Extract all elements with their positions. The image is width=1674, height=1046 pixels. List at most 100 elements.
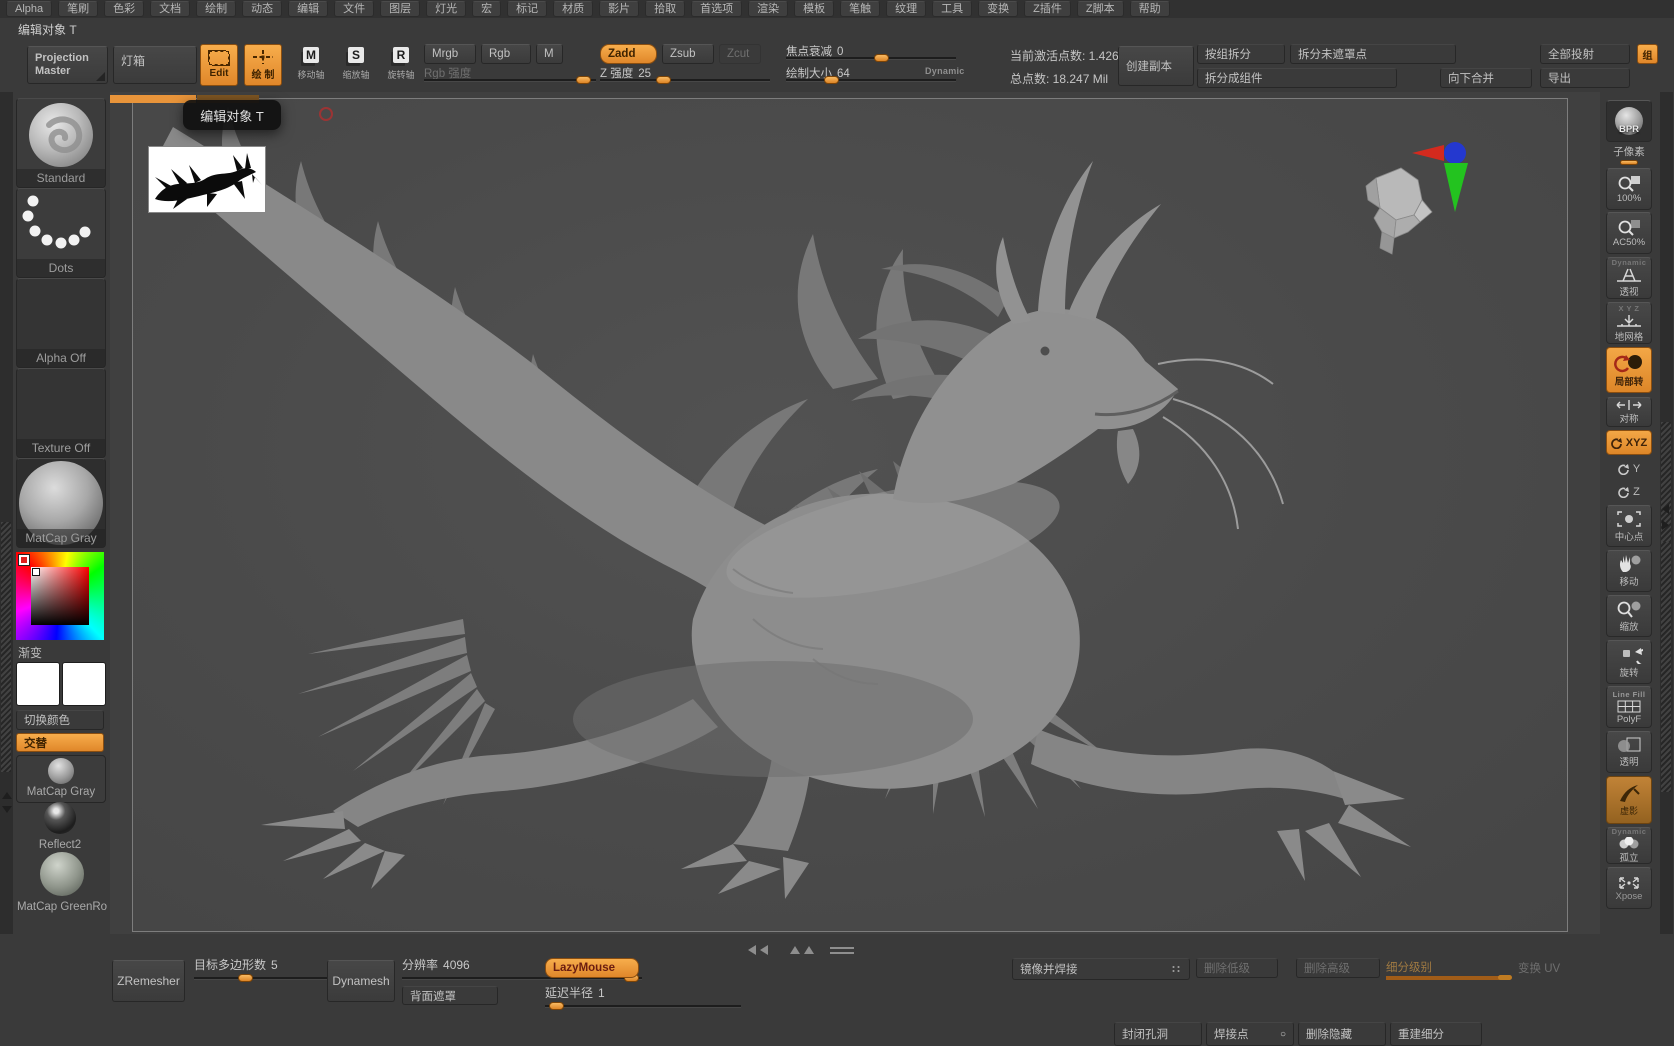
rotate-xyz-button[interactable]: XYZ <box>1606 430 1652 455</box>
close-holes-button[interactable]: 封闭孔洞 <box>1114 1022 1202 1046</box>
solo-button[interactable]: Dynamic 孤立 <box>1606 827 1652 864</box>
menu-item[interactable]: Z插件 <box>1024 1 1071 17</box>
slider-handle[interactable] <box>824 76 839 84</box>
slider-handle[interactable] <box>1620 160 1638 165</box>
model-thumbnail[interactable] <box>148 146 266 213</box>
scale-button[interactable]: 缩放 <box>1606 595 1652 637</box>
del-higher-button[interactable]: 删除高级 <box>1296 958 1380 978</box>
focal-shift-slider[interactable]: 焦点衰减0 <box>786 42 956 62</box>
menu-item[interactable]: Alpha <box>6 1 52 17</box>
rgb-button[interactable]: Rgb <box>481 44 531 64</box>
split-to-parts-button[interactable]: 拆分成组件 <box>1197 68 1397 88</box>
edit-button[interactable]: Edit <box>200 44 238 86</box>
main-color-swatch[interactable] <box>16 662 60 706</box>
menu-item[interactable]: 渲染 <box>748 1 788 17</box>
hue-cursor-icon[interactable] <box>19 555 29 565</box>
menu-item[interactable]: 帮助 <box>1130 1 1170 17</box>
collapse-up-icon[interactable] <box>2 792 12 799</box>
menu-item[interactable]: 色彩 <box>104 1 144 17</box>
move-axis-button[interactable]: M 移动轴 <box>292 46 330 86</box>
alpha-selector[interactable]: Alpha Off <box>16 278 106 368</box>
group-button[interactable]: 组 <box>1637 44 1658 64</box>
center-point-button[interactable]: 中心点 <box>1606 505 1652 547</box>
mirror-weld-button[interactable]: 镜像并焊接 <box>1012 958 1190 980</box>
menu-item[interactable]: 笔触 <box>840 1 880 17</box>
menu-item[interactable]: 宏 <box>472 1 501 17</box>
expand-right-icon[interactable] <box>1662 520 1669 530</box>
document[interactable] <box>132 98 1568 932</box>
texture-selector[interactable]: Texture Off <box>16 368 106 458</box>
m-button[interactable]: M <box>536 44 563 64</box>
secondary-color-swatch[interactable] <box>62 662 106 706</box>
menu-item[interactable]: 标记 <box>507 1 547 17</box>
rgb-intensity-slider[interactable]: Rgb 强度 <box>424 64 596 84</box>
split-by-groups-button[interactable]: 按组拆分 <box>1197 44 1285 64</box>
rotate-axis-button[interactable]: R 旋转轴 <box>382 46 420 86</box>
zcut-button[interactable]: Zcut <box>719 44 761 64</box>
dynamic-badge[interactable]: Dynamic <box>925 66 965 76</box>
draw-button[interactable]: 绘 制 <box>244 44 282 86</box>
polymesh-head-preview[interactable] <box>1356 160 1440 258</box>
nav-up2-icon[interactable] <box>804 946 814 954</box>
zremesher-button[interactable]: ZRemesher <box>112 960 185 1002</box>
color-picker[interactable] <box>16 552 104 640</box>
menu-item[interactable]: 动态 <box>242 1 282 17</box>
symmetry-button[interactable]: 对称 <box>1606 397 1652 427</box>
ghost-button[interactable]: 虚影 <box>1606 776 1652 824</box>
lightbox-button[interactable]: 灯箱 <box>113 46 197 84</box>
slider-handle[interactable] <box>238 974 253 982</box>
export-button[interactable]: 导出 <box>1540 68 1630 88</box>
switch-color-button[interactable]: 切换颜色 <box>16 710 104 730</box>
mrgb-button[interactable]: Mrgb <box>424 44 476 64</box>
left-edge-divider[interactable] <box>0 92 13 934</box>
stroke-selector[interactable]: Dots <box>16 188 106 278</box>
scale-axis-button[interactable]: S 缩放轴 <box>337 46 375 86</box>
brush-selector[interactable]: Standard <box>16 98 106 188</box>
material-selector[interactable]: MatCap Gray <box>16 458 106 548</box>
menu-item[interactable]: 影片 <box>599 1 639 17</box>
split-unmasked-button[interactable]: 拆分未遮罩点 <box>1290 44 1456 64</box>
menu-item[interactable]: 编辑 <box>288 1 328 17</box>
slider-handle[interactable] <box>656 76 671 84</box>
merge-down-button[interactable]: 向下合并 <box>1440 68 1532 88</box>
rotate-y-button[interactable]: Y <box>1606 458 1652 479</box>
expand-left-icon[interactable] <box>1662 504 1669 514</box>
menu-item[interactable]: 图层 <box>380 1 420 17</box>
menu-item[interactable]: 文件 <box>334 1 374 17</box>
sdiv-level-slider[interactable]: 细分级别 <box>1386 958 1512 980</box>
rotate-button[interactable]: 旋转 <box>1606 640 1652 684</box>
lazy-radius-slider[interactable]: 延迟半径1 <box>545 984 741 1010</box>
zadd-button[interactable]: Zadd <box>600 44 657 64</box>
nav-bars-icon[interactable] <box>830 947 854 949</box>
alternate-button[interactable]: 交替 <box>16 733 104 752</box>
project-all-button[interactable]: 全部投射 <box>1540 44 1630 64</box>
transparency-button[interactable]: 透明 <box>1606 731 1652 773</box>
menu-item[interactable]: 工具 <box>932 1 972 17</box>
backface-mask-button[interactable]: 背面遮罩 <box>402 986 498 1005</box>
material-quick-slot[interactable]: MatCap Gray <box>16 755 106 803</box>
menu-item[interactable]: 纹理 <box>886 1 926 17</box>
menu-item[interactable]: 首选项 <box>691 1 742 17</box>
zoom-half-button[interactable]: AC50% <box>1606 212 1652 254</box>
xpose-button[interactable]: Xpose <box>1606 867 1652 909</box>
menu-item[interactable]: 笔刷 <box>58 1 98 17</box>
dragon-sculpt[interactable] <box>133 99 1567 931</box>
polyframe-button[interactable]: Line Fill PolyF <box>1606 686 1652 728</box>
z-intensity-slider[interactable]: Z 强度25 <box>600 64 770 84</box>
nav-left2-icon[interactable] <box>760 945 768 955</box>
menu-item[interactable]: 变换 <box>978 1 1018 17</box>
menu-item[interactable]: 文档 <box>150 1 190 17</box>
del-lower-button[interactable]: 删除低级 <box>1196 958 1278 978</box>
rotate-z-button[interactable]: Z <box>1606 481 1652 502</box>
sdiv-level-bar[interactable] <box>1386 976 1510 980</box>
move-button[interactable]: 移动 <box>1606 550 1652 592</box>
material-reflect2[interactable]: Reflect2 <box>16 802 104 850</box>
menu-item[interactable]: 模板 <box>794 1 834 17</box>
zsub-button[interactable]: Zsub <box>662 44 714 64</box>
menu-item[interactable]: 拾取 <box>645 1 685 17</box>
subpixel-slider[interactable]: 子像素 <box>1606 144 1652 165</box>
menu-item[interactable]: 材质 <box>553 1 593 17</box>
floor-grid-button[interactable]: X Y Z 地网格 <box>1606 302 1652 344</box>
nav-left-icon[interactable] <box>748 945 756 955</box>
zoom-actual-button[interactable]: 100% <box>1606 168 1652 210</box>
